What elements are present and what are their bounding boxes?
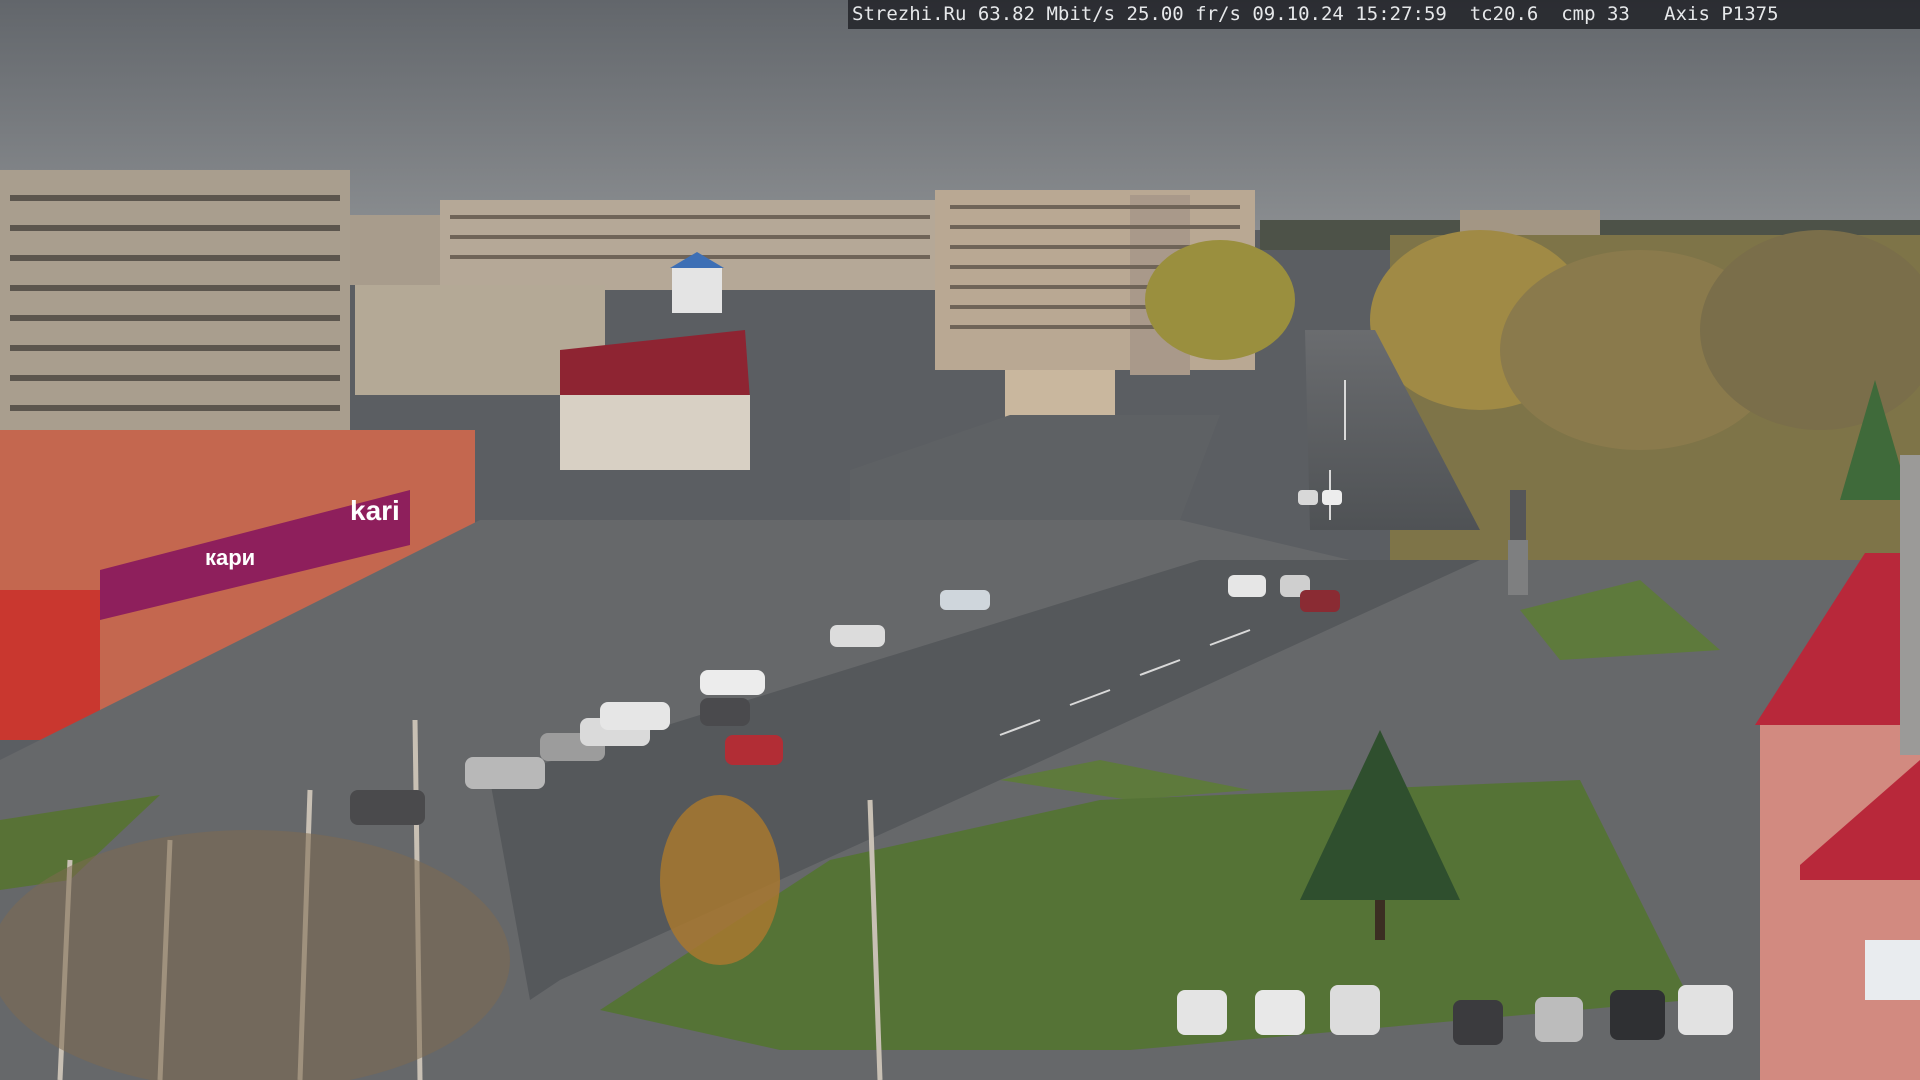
trees-center bbox=[1145, 240, 1295, 360]
camera-info-overlay: Strezhi.Ru 63.82 Mbit/s 25.00 fr/s 09.10… bbox=[848, 0, 1920, 29]
orange-tree bbox=[660, 795, 780, 965]
small-building-center bbox=[1005, 370, 1115, 418]
red-roof-building bbox=[560, 330, 750, 470]
monument bbox=[1508, 490, 1528, 595]
parking-lot-upper bbox=[850, 415, 1220, 520]
pine-trunk bbox=[1375, 900, 1385, 940]
store-banner: кари bbox=[205, 545, 255, 570]
store-logo: kari bbox=[350, 495, 400, 526]
camera-frame: kari кари bbox=[0, 0, 1920, 1080]
